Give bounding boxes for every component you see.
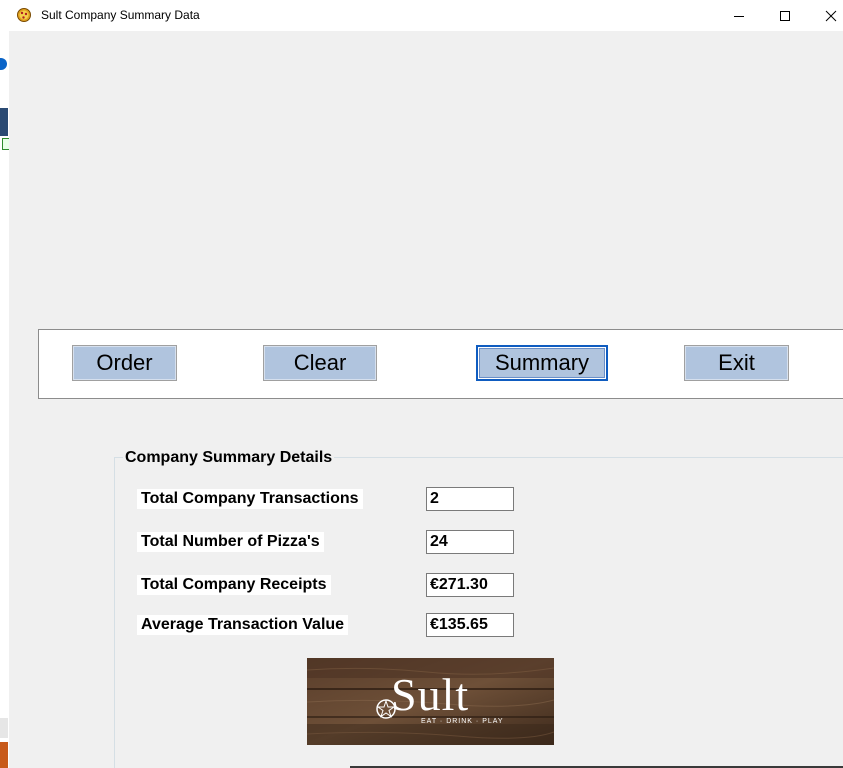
average-transaction-field[interactable]: €135.65 [426,613,514,637]
label-average-transaction: Average Transaction Value [137,615,349,635]
title-bar[interactable]: Sult Company Summary Data [9,0,843,31]
logo-tagline: EAT · DRINK · PLAY [421,718,504,725]
total-pizzas-field[interactable]: 24 [426,530,514,554]
minimize-button[interactable] [716,0,762,31]
clear-button[interactable]: Clear [263,345,377,381]
summary-button[interactable]: Summary [476,345,608,381]
close-button[interactable] [808,0,843,31]
window-title: Sult Company Summary Data [41,8,200,22]
close-icon [825,10,837,21]
maximize-button[interactable] [762,0,808,31]
order-button[interactable]: Order [72,345,177,381]
total-transactions-field[interactable]: 2 [426,487,514,511]
action-button-panel: Order Clear Summary Exit [38,329,843,399]
background-taskbar-item [0,742,8,768]
label-total-receipts: Total Company Receipts [137,575,331,595]
sult-logo: Sult EAT · DRINK · PLAY [307,658,554,745]
label-total-transactions: Total Company Transactions [137,489,363,509]
exit-button[interactable]: Exit [684,345,789,381]
label-total-pizzas: Total Number of Pizza's [137,532,324,552]
total-receipts-field[interactable]: €271.30 [426,573,514,597]
background-panel [0,718,8,738]
logo-wordmark: Sult [391,669,470,720]
maximize-icon [780,10,790,21]
background-app-icon [0,58,7,70]
minimize-icon [734,15,744,17]
groupbox-title: Company Summary Details [123,449,335,467]
background-toolbar [0,108,8,136]
summary-window: Sult Company Summary Data Order Clear Su… [9,0,843,768]
pizza-app-icon [17,8,31,22]
screen: Sult Company Summary Data Order Clear Su… [0,0,843,768]
